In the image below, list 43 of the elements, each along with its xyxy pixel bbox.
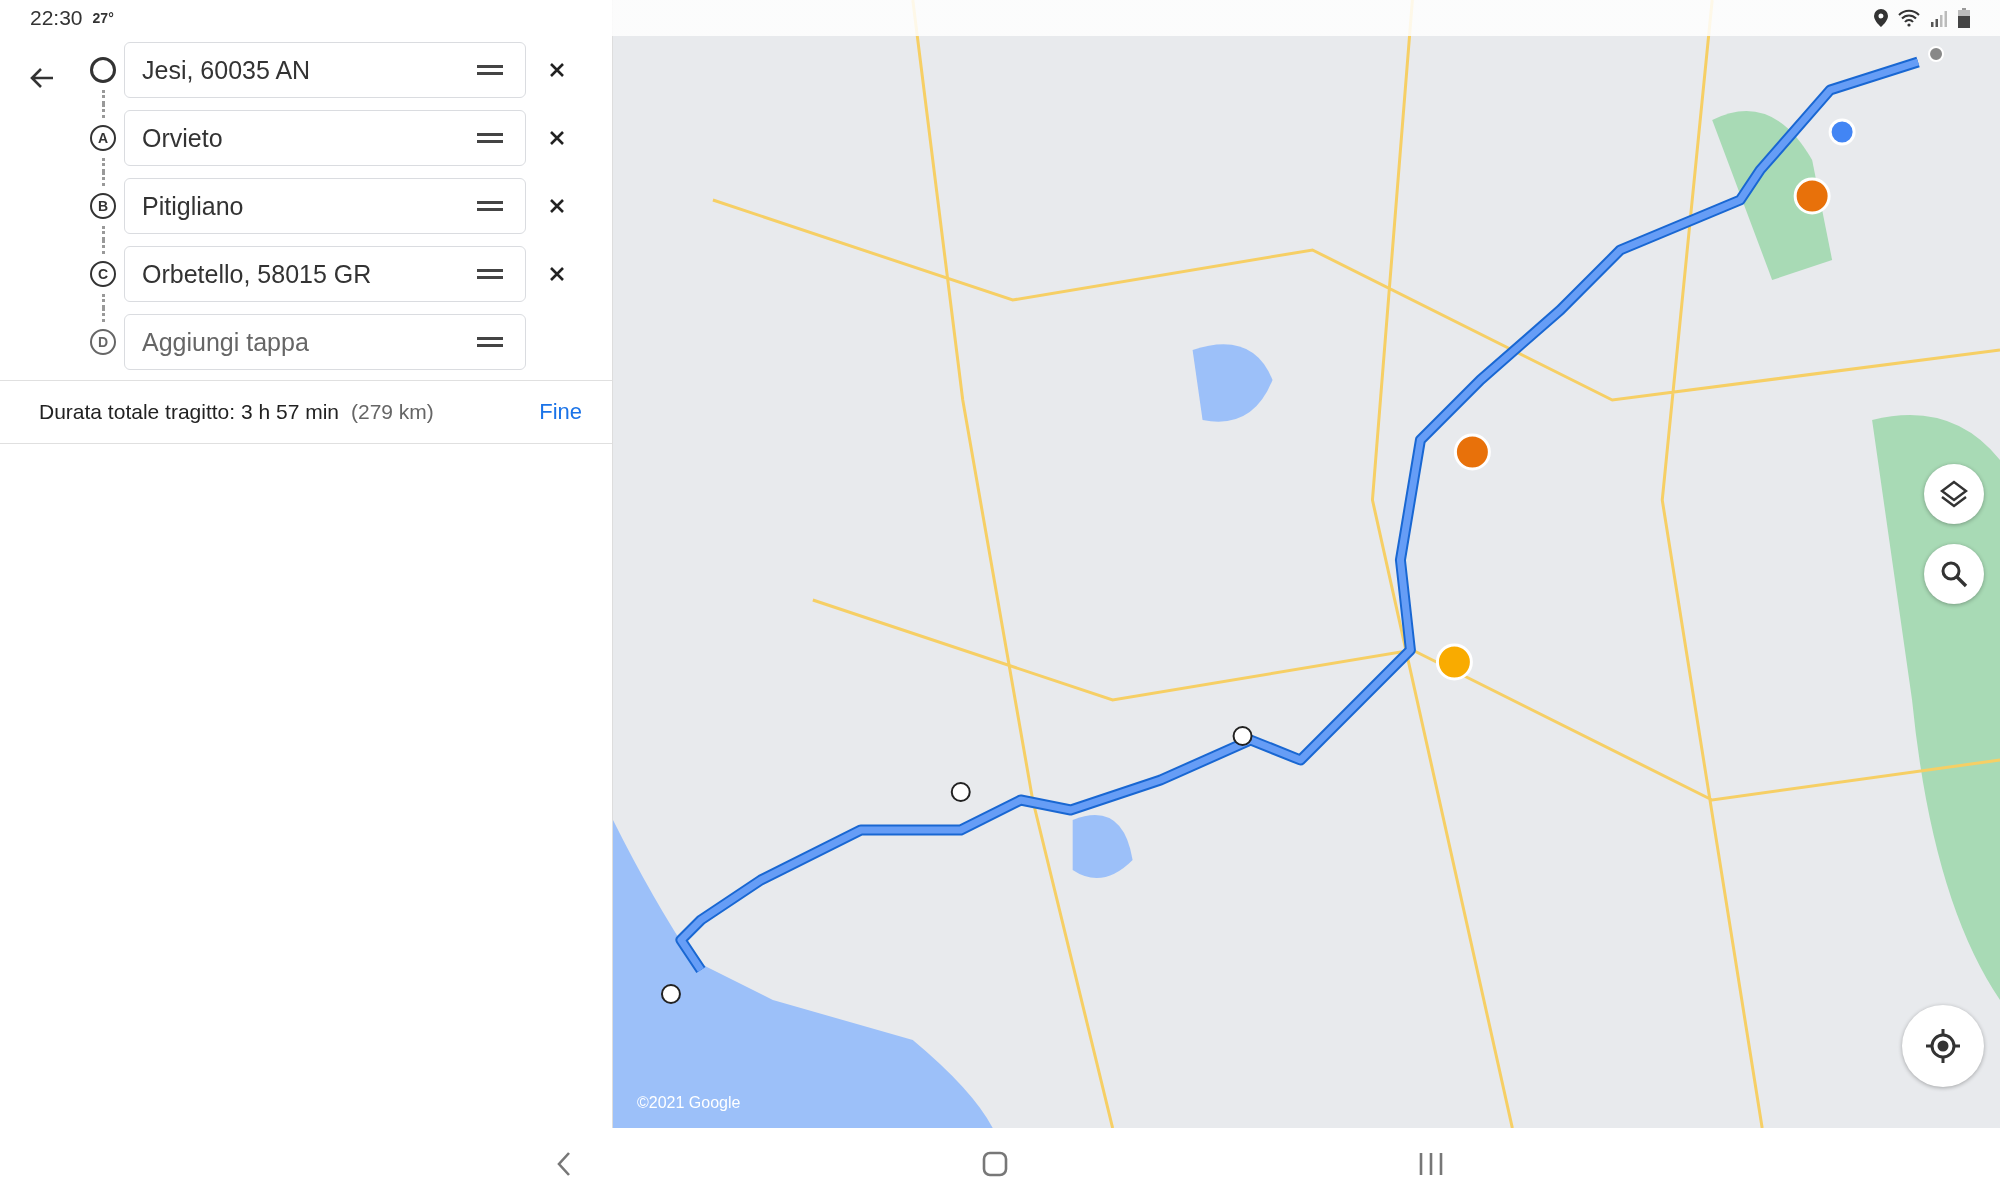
drag-handle-icon[interactable] <box>477 64 503 76</box>
close-icon <box>549 62 565 78</box>
drag-handle-icon[interactable] <box>477 336 503 348</box>
close-icon <box>549 266 565 282</box>
total-distance: (279 km) <box>351 400 434 424</box>
status-time: 22:30 <box>30 6 83 30</box>
layers-icon <box>1939 479 1969 509</box>
waypoint-marker <box>1232 726 1253 746</box>
wifi-icon <box>1898 9 1920 27</box>
lake <box>1072 815 1133 878</box>
drag-handle-icon[interactable] <box>477 132 503 144</box>
stop-letter: B <box>90 193 116 219</box>
stop-field[interactable]: Orvieto <box>124 110 526 166</box>
close-icon <box>549 198 565 214</box>
home-nav-icon[interactable] <box>982 1151 1008 1177</box>
done-button[interactable]: Fine <box>539 399 582 425</box>
stop-letter: C <box>90 261 116 287</box>
drag-handle-icon[interactable] <box>477 200 503 212</box>
location-pin-icon <box>1874 9 1888 27</box>
stop-field[interactable]: Orbetello, 58015 GR <box>124 246 526 302</box>
stop-field[interactable]: Pitigliano <box>124 178 526 234</box>
total-duration: Durata totale tragitto: 3 h 57 min <box>39 400 339 424</box>
stop-letter: A <box>90 125 116 151</box>
roadwork-marker[interactable] <box>1435 643 1473 681</box>
car-marker[interactable] <box>1828 118 1856 146</box>
stop-letter: D <box>90 329 116 355</box>
search-icon <box>1939 559 1969 589</box>
drag-handle-icon[interactable] <box>477 268 503 280</box>
stop-field[interactable]: Jesi, 60035 AN <box>124 42 526 98</box>
back-nav-icon[interactable] <box>556 1151 572 1177</box>
signal-icon <box>1930 9 1948 27</box>
incident-marker[interactable] <box>1793 177 1831 215</box>
close-icon <box>549 130 565 146</box>
stop-field[interactable]: Aggiungi tappa <box>124 314 526 370</box>
origin-circle-icon <box>90 57 116 83</box>
origin-marker <box>1928 46 1945 62</box>
map-copyright: ©2021 Google <box>637 1094 741 1112</box>
recents-nav-icon[interactable] <box>1418 1152 1444 1176</box>
status-temperature: 27° <box>92 10 114 26</box>
waypoint-marker <box>950 782 971 802</box>
battery-icon <box>1958 8 1970 28</box>
back-arrow-icon <box>29 67 55 89</box>
crosshair-icon <box>1924 1027 1962 1065</box>
